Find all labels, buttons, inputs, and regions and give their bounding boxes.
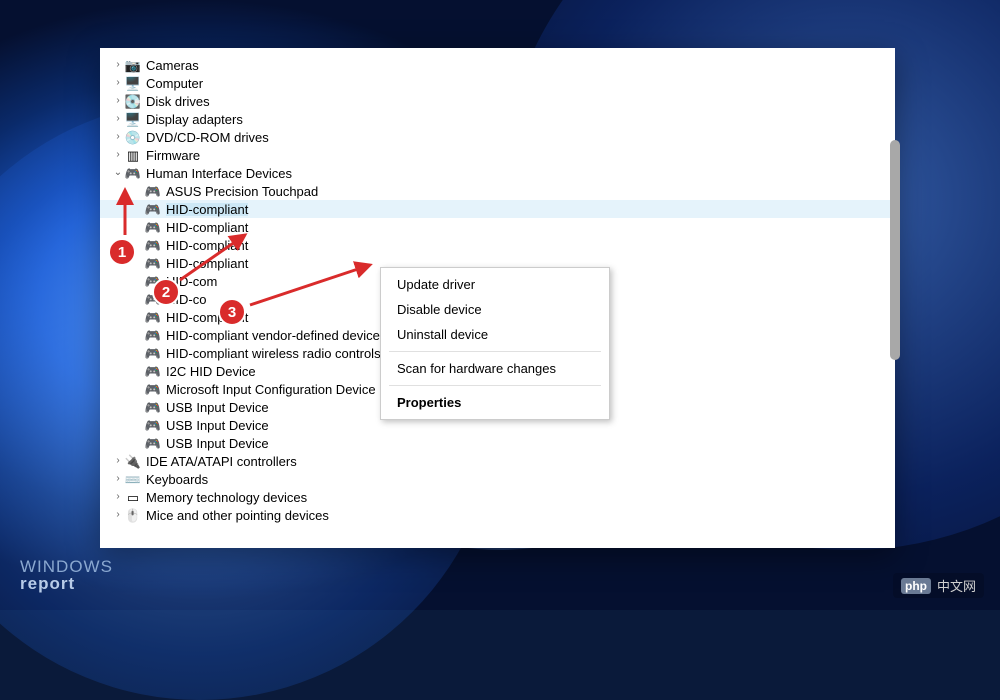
chevron-right-icon[interactable]: ›: [112, 132, 124, 142]
tree-child-usb-input[interactable]: 🎮 USB Input Device: [100, 434, 895, 452]
disk-icon: 💽: [124, 95, 142, 108]
menu-separator: [389, 351, 601, 352]
menu-uninstall-device[interactable]: Uninstall device: [381, 322, 609, 347]
hid-icon: 🎮: [144, 311, 162, 324]
chevron-right-icon[interactable]: ›: [112, 474, 124, 484]
tree-node-computer[interactable]: › 🖥️ Computer: [100, 74, 895, 92]
chevron-right-icon[interactable]: ›: [112, 114, 124, 124]
chevron-right-icon[interactable]: ›: [112, 510, 124, 520]
annotation-arrow-1: [110, 180, 160, 240]
tree-node-ide[interactable]: › 🔌 IDE ATA/ATAPI controllers: [100, 452, 895, 470]
tree-label: Display adapters: [146, 113, 243, 126]
tree-label: I2C HID Device: [166, 365, 256, 378]
tree-label: HID-compliant: [166, 203, 248, 216]
chevron-right-icon[interactable]: ›: [112, 78, 124, 88]
tree-node-keyboards[interactable]: › ⌨️ Keyboards: [100, 470, 895, 488]
chevron-right-icon[interactable]: ›: [112, 492, 124, 502]
annotation-callout-3: 3: [218, 298, 246, 326]
watermark-line2: report: [20, 575, 113, 592]
menu-properties[interactable]: Properties: [381, 390, 609, 415]
computer-icon: 🖥️: [124, 77, 142, 90]
menu-scan-hardware[interactable]: Scan for hardware changes: [381, 356, 609, 381]
hid-icon: 🎮: [144, 365, 162, 378]
tree-node-display-adapters[interactable]: › 🖥️ Display adapters: [100, 110, 895, 128]
tree-label: Mice and other pointing devices: [146, 509, 329, 522]
chevron-right-icon[interactable]: ›: [112, 60, 124, 70]
tree-label: Keyboards: [146, 473, 208, 486]
hid-icon: 🎮: [144, 329, 162, 342]
tree-label: Disk drives: [146, 95, 210, 108]
tree-child-asus-touchpad[interactable]: 🎮 ASUS Precision Touchpad: [100, 182, 895, 200]
hid-icon: 🎮: [144, 419, 162, 432]
tree-label: ASUS Precision Touchpad: [166, 185, 318, 198]
device-manager-window: › 📷 Cameras › 🖥️ Computer › 💽 Disk drive…: [100, 48, 895, 548]
menu-separator: [389, 385, 601, 386]
camera-icon: 📷: [124, 59, 142, 72]
mouse-icon: 🖱️: [124, 509, 142, 522]
tree-label: Memory technology devices: [146, 491, 307, 504]
hid-icon: 🎮: [124, 167, 142, 180]
tree-node-dvd[interactable]: › 💿 DVD/CD-ROM drives: [100, 128, 895, 146]
tree-label: USB Input Device: [166, 419, 269, 432]
hid-icon: 🎮: [144, 437, 162, 450]
watermark-line1: WINDOWS: [20, 558, 113, 575]
tree-label: HID-compliant wireless radio controls: [166, 347, 381, 360]
memory-icon: ▭: [124, 491, 142, 504]
display-icon: 🖥️: [124, 113, 142, 126]
watermark-text: 中文网: [937, 576, 976, 595]
menu-update-driver[interactable]: Update driver: [381, 272, 609, 297]
hid-icon: 🎮: [144, 257, 162, 270]
annotation-callout-2: 2: [152, 278, 180, 306]
hid-icon: 🎮: [144, 239, 162, 252]
tree-label: Microsoft Input Configuration Device: [166, 383, 376, 396]
tree-label: USB Input Device: [166, 437, 269, 450]
scrollbar-thumb[interactable]: [890, 140, 900, 360]
tree-node-memory[interactable]: › ▭ Memory technology devices: [100, 488, 895, 506]
tree-child-hid-compliant-selected[interactable]: 🎮 HID-compliant: [100, 200, 895, 218]
tree-node-cameras[interactable]: › 📷 Cameras: [100, 56, 895, 74]
chevron-down-icon[interactable]: ⌄: [112, 168, 124, 178]
tree-label: HID-compliant vendor-defined device: [166, 329, 380, 342]
tree-label: USB Input Device: [166, 401, 269, 414]
chevron-right-icon[interactable]: ›: [112, 96, 124, 106]
watermark-windows-report: WINDOWS report: [20, 558, 113, 592]
hid-icon: 🎮: [144, 347, 162, 360]
tree-label: Firmware: [146, 149, 200, 162]
tree-node-firmware[interactable]: › ▥ Firmware: [100, 146, 895, 164]
php-badge: php: [901, 578, 931, 594]
watermark-php-cn: php 中文网: [893, 573, 984, 598]
tree-node-disk-drives[interactable]: › 💽 Disk drives: [100, 92, 895, 110]
hid-icon: 🎮: [144, 401, 162, 414]
tree-label: IDE ATA/ATAPI controllers: [146, 455, 297, 468]
tree-label: Human Interface Devices: [146, 167, 292, 180]
context-menu: Update driver Disable device Uninstall d…: [380, 267, 610, 420]
annotation-arrow-3: [240, 255, 380, 315]
hid-icon: 🎮: [144, 383, 162, 396]
ide-icon: 🔌: [124, 455, 142, 468]
tree-label: Computer: [146, 77, 203, 90]
annotation-callout-1: 1: [108, 238, 136, 266]
tree-node-mice[interactable]: › 🖱️ Mice and other pointing devices: [100, 506, 895, 524]
tree-label: DVD/CD-ROM drives: [146, 131, 269, 144]
keyboard-icon: ⌨️: [124, 473, 142, 486]
tree-node-hid[interactable]: ⌄ 🎮 Human Interface Devices: [100, 164, 895, 182]
tree-label: Cameras: [146, 59, 199, 72]
chevron-right-icon[interactable]: ›: [112, 456, 124, 466]
menu-disable-device[interactable]: Disable device: [381, 297, 609, 322]
dvd-icon: 💿: [124, 131, 142, 144]
chevron-right-icon[interactable]: ›: [112, 150, 124, 160]
firmware-icon: ▥: [124, 149, 142, 162]
